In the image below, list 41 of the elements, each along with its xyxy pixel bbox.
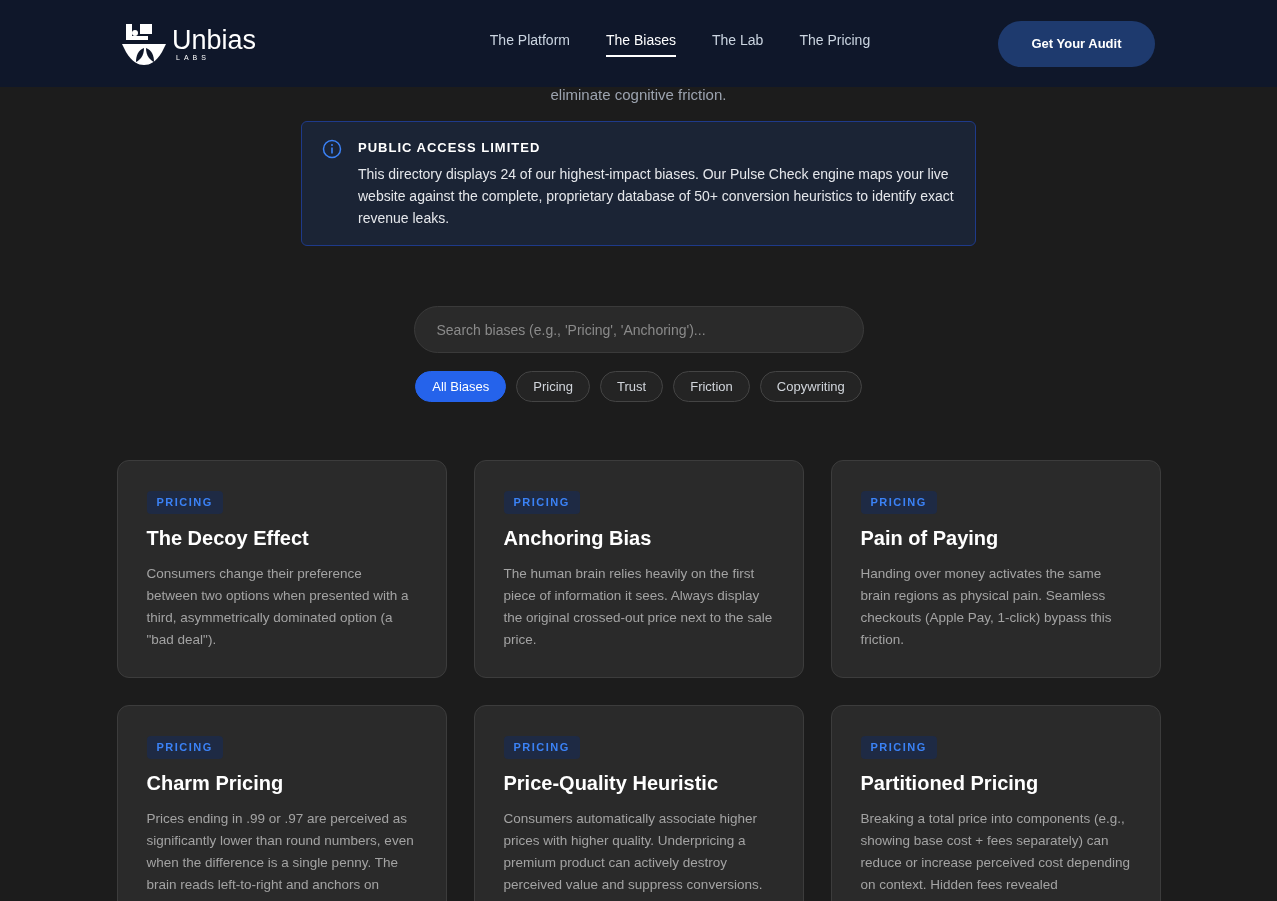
bias-card[interactable]: PRICING Partitioned Pricing Breaking a total price into components (e.g., showing base cost + fees separately) can reduce or increase perceived cost depending on context. Hidden fees revealed — [830, 705, 1161, 901]
card-text: The human brain relies heavily on the first piece of information it sees. Always display the original crossed-out price next to the sale price. — [503, 564, 774, 649]
bias-card[interactable]: PRICING Pain of Paying Handing over money activates the same brain regions as physical pain. Seamless checkouts (Apple Pay, 1-click) bypass this friction. — [830, 460, 1161, 678]
card-text: Prices ending in .99 or .97 are perceived as significantly lower than round numbers, even when the difference is a single penny. The brain reads left-to-right and anchors on — [146, 809, 415, 894]
card-text: Consumers change their preference between two options when presented with a third, asymmetrically dominated option (a "bad deal"). — [146, 564, 410, 649]
card-text: Consumers automatically associate higher prices with higher quality. Underpricing a premium product can actively destroy perceived value and suppress conversions. — [503, 809, 764, 894]
card-title: Price-Quality Heuristic — [503, 770, 719, 796]
card-title: The Decoy Effect — [146, 525, 309, 551]
filter-chip[interactable]: All Biases — [415, 371, 507, 402]
logo-icon — [122, 21, 168, 66]
filter-chip[interactable]: Friction — [673, 371, 750, 402]
filter-chip[interactable]: Copywriting — [759, 371, 862, 402]
category-tag: PRICING — [860, 736, 937, 759]
category-tag: PRICING — [503, 491, 580, 514]
card-text: Handing over money activates the same brain regions as physical pain. Seamless checkouts (Apple Pay, 1-click) bypass this friction. — [860, 564, 1113, 649]
bias-card[interactable]: PRICING Charm Pricing Prices ending in .99 or .97 are perceived as significantly lower than round numbers, even when the difference is a single penny. The brain reads left-to-right and anchors on — [116, 705, 447, 901]
card-title: Partitioned Pricing — [860, 770, 1039, 796]
category-tag: PRICING — [146, 736, 223, 759]
notice-text: This directory displays 24 of our highest-impact biases. Our Pulse Check engine maps your live website against the complete, proprietary database of 50+ conversion heuristics to identify exact revenue leaks. — [358, 165, 955, 228]
card-text: Breaking a total price into components (e.g., showing base cost + fees separately) can reduce or increase perceived cost depending on context. Hidden fees revealed — [860, 809, 1131, 894]
bias-card[interactable]: PRICING The Decoy Effect Consumers change their preference between two options when presented with a third, asymmetrically dominated option (a "bad deal"). — [116, 460, 447, 678]
notice-title: PUBLIC ACCESS LIMITED — [358, 138, 542, 157]
bias-card[interactable]: PRICING Price-Quality Heuristic Consumers automatically associate higher prices with higher quality. Underpricing a premium product can actively destroy perceived value and suppress conversions. — [473, 705, 804, 901]
bias-card[interactable]: PRICING Anchoring Bias The human brain relies heavily on the first piece of information it sees. Always display the original crossed-out price next to the sale price. — [473, 460, 804, 678]
category-tag: PRICING — [860, 491, 937, 514]
card-title: Anchoring Bias — [503, 525, 652, 551]
nav-link[interactable]: The Biases — [605, 30, 676, 57]
search-field[interactable]: Search biases (e.g., 'Pricing', 'Anchoring')... — [413, 306, 864, 353]
card-title: Charm Pricing — [146, 770, 284, 796]
filter-chip[interactable]: Pricing — [516, 371, 591, 402]
nav-link[interactable]: The Pricing — [799, 30, 871, 57]
brand-name: Unbias — [172, 26, 257, 54]
nav-link[interactable]: The Platform — [489, 30, 570, 57]
card-title: Pain of Paying — [860, 525, 999, 551]
audit-button[interactable]: Get Your Audit — [998, 20, 1155, 67]
info-icon — [322, 138, 342, 159]
intro-text: eliminate cognitive friction. — [550, 85, 727, 105]
filter-chip[interactable]: Trust — [600, 371, 664, 402]
category-tag: PRICING — [146, 491, 223, 514]
category-tag: PRICING — [503, 736, 580, 759]
nav-link[interactable]: The Lab — [712, 30, 764, 57]
